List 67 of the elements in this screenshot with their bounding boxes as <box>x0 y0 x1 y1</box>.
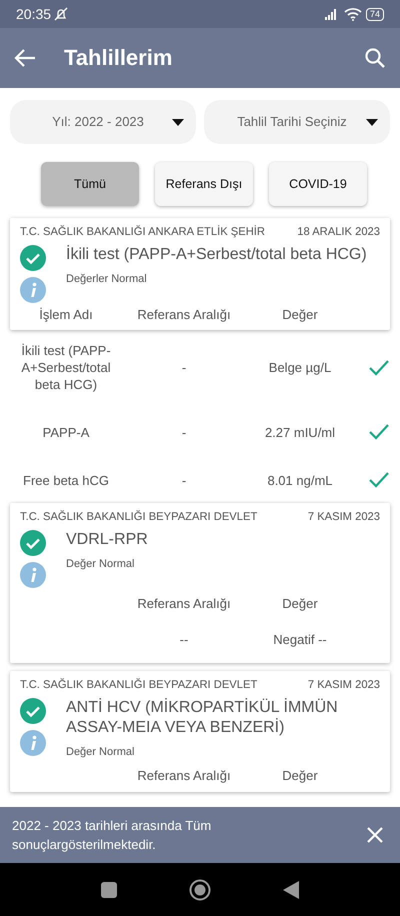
filter-chip[interactable]: Referans Dışı <box>155 162 253 206</box>
result-card[interactable]: T.C. SAĞLIK BAKANLIĞI BEYPAZARI DEVLET 7 KASIM 2023 ANTİ HCV (MİKROPARTİKÜL İMMÜN ASSAY-MEIA VEYA BENZERİ) Değer Normal Referans Aralığı Değer <box>10 671 390 792</box>
test-title: ANTİ HCV (MİKROPARTİKÜL İMMÜN ASSAY-MEIA VEYA BENZERİ) <box>66 698 339 738</box>
column-header: Referans Aralığı <box>136 306 232 324</box>
reference-range: - <box>180 359 188 376</box>
hospital-name: T.C. SAĞLIK BAKANLIĞI ANKARA ETLİK ŞEHİR <box>20 224 265 240</box>
filter-chip[interactable]: Tümü <box>41 162 139 206</box>
hospital-name: T.C. SAĞLIK BAKANLIĞI BEYPAZARI DEVLET <box>20 509 258 526</box>
result-value: 2.27 mIU/ml <box>264 424 336 441</box>
back-nav-button[interactable] <box>283 880 299 898</box>
dropdown-field[interactable]: Yıl: 2022 - 2023 <box>10 100 196 144</box>
battery-indicator: 74 <box>366 8 384 20</box>
snackbar-message: 2022 - 2023 tarihleri arasında Tüm sonuçlargösterilmektedir. <box>12 816 212 854</box>
status-text: Değer Normal <box>66 744 136 760</box>
close-button[interactable] <box>366 826 384 844</box>
test-title: İkili test (PAPP-A+Serbest/total beta HCG) <box>66 244 368 265</box>
clock-time: 20:35 <box>16 4 52 24</box>
test-name: PAPP-A <box>42 424 90 441</box>
checkmark-icon <box>368 423 390 442</box>
column-header: Referans Aralığı <box>136 767 232 786</box>
result-card[interactable]: T.C. SAĞLIK BAKANLIĞI BEYPAZARI DEVLET 7 KASIM 2023 VDRL-RPR Değer Normal Referans Aralığı Değer -- Negatif -- <box>10 503 390 664</box>
home-circle-icon <box>189 878 211 900</box>
status-text: Değerler Normal <box>66 272 148 287</box>
status-text: Değer Normal <box>66 557 136 572</box>
info-icon <box>20 730 46 756</box>
test-name: Free beta hCG <box>22 472 110 489</box>
reference-range: - <box>180 424 188 441</box>
search-button[interactable] <box>364 47 386 69</box>
column-header: Değer <box>281 767 319 786</box>
info-icon <box>20 562 46 588</box>
column-header: Referans Aralığı <box>136 595 232 614</box>
wifi-icon <box>344 7 362 21</box>
mute-bell-icon <box>54 7 68 21</box>
recents-button[interactable] <box>101 882 117 898</box>
dropdown-caret-icon <box>366 118 378 126</box>
result-date: 7 KASIM 2023 <box>308 678 380 694</box>
check-circle-icon <box>20 530 46 556</box>
column-header: Değer <box>281 595 319 614</box>
check-circle-icon <box>20 698 46 724</box>
page-title: Tahlillerim <box>64 44 174 72</box>
column-header: Değer <box>281 306 319 324</box>
result-value: 8.01 ng/mL <box>266 472 334 489</box>
dropdown-field[interactable]: Tahlil Tarihi Seçiniz <box>204 100 390 144</box>
test-title: VDRL-RPR <box>66 530 149 550</box>
reference-range: -- <box>178 630 190 649</box>
check-circle-icon <box>20 244 46 271</box>
dropdown-caret-icon <box>172 118 184 126</box>
reference-range: - <box>180 472 188 489</box>
column-header: İşlem Adı <box>38 306 94 324</box>
result-date: 18 ARALIK 2023 <box>297 225 380 240</box>
checkmark-icon <box>368 358 390 377</box>
result-value: Belge µg/L <box>268 359 332 376</box>
info-icon <box>20 276 46 303</box>
checkmark-icon <box>368 471 390 490</box>
result-value: Negatif -- <box>272 630 328 649</box>
back-arrow-icon <box>14 48 36 68</box>
close-icon <box>366 826 384 844</box>
hospital-name: T.C. SAĞLIK BAKANLIĞI BEYPAZARI DEVLET <box>20 677 258 694</box>
result-card[interactable]: T.C. SAĞLIK BAKANLIĞI ANKARA ETLİK ŞEHİR 18 ARALIK 2023 İkili test (PAPP-A+Serbest/total beta HCG) Değerler Normal İşlem Adı Referans Aralığı Değer <box>10 218 390 330</box>
result-date: 7 KASIM 2023 <box>308 510 380 526</box>
triangle-icon <box>283 880 299 898</box>
search-icon <box>364 47 386 69</box>
filter-chip[interactable]: COVID-19 <box>269 162 367 206</box>
square-icon <box>101 882 117 898</box>
home-button[interactable] <box>189 878 211 900</box>
back-button[interactable] <box>14 48 36 68</box>
test-name: İkili test (PAPP-A+Serbest/total beta HCG) <box>20 342 112 394</box>
